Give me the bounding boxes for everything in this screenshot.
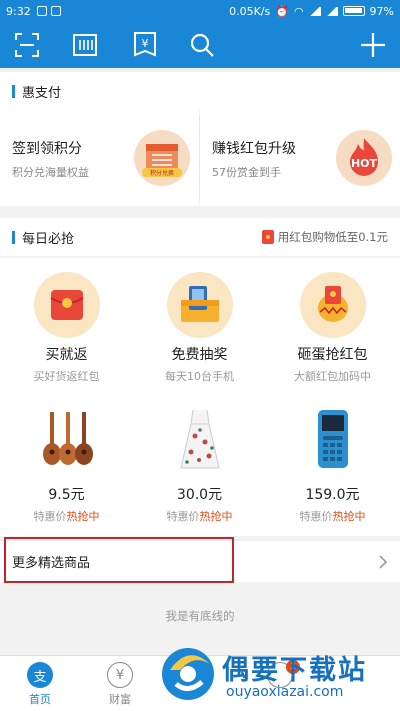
- tab-label: 财富: [109, 693, 131, 706]
- product-price: 30.0元: [176, 487, 223, 503]
- feature-lottery[interactable]: 免费抽奖 每天10台手机: [133, 272, 266, 384]
- feature-title: 砸蛋抢红包: [297, 347, 368, 363]
- product-price: 159.0元: [305, 487, 360, 503]
- promo-subtitle: 57份赏金到手: [212, 166, 281, 179]
- hui-pay-header: 惠支付: [0, 72, 400, 110]
- bill-icon[interactable]: ¥: [132, 32, 158, 58]
- product-tag: 特惠价热抢中: [0, 508, 133, 524]
- app-notification-icon: [50, 6, 61, 16]
- alipay-glyph: 支: [33, 669, 47, 685]
- feature-title: 买就返: [45, 347, 88, 363]
- watermark: 偶要下载站 ouyaoxiazai.com: [156, 640, 396, 708]
- calendar-points-icon: 积分兑换: [134, 130, 190, 186]
- tab-home[interactable]: 支 首页: [10, 662, 70, 707]
- search-icon[interactable]: [189, 32, 215, 58]
- alarm-icon: ⏰: [275, 4, 289, 18]
- promo-title: 赚钱红包升级: [212, 141, 296, 157]
- product-tag: 特惠价热抢中: [266, 508, 399, 524]
- signal-icon-2: [325, 6, 338, 16]
- plus-icon[interactable]: [360, 32, 386, 58]
- product-tag: 特惠价热抢中: [133, 508, 266, 524]
- promo-title: 签到领积分: [12, 141, 82, 157]
- section-accent: [12, 230, 15, 244]
- wifi-icon: ◠: [293, 4, 304, 18]
- tag-prefix: 特惠价: [166, 510, 200, 523]
- hot-flame-icon: HOT: [336, 130, 392, 186]
- promo-red-packet[interactable]: 赚钱红包升级 57份赏金到手 HOT: [200, 110, 400, 206]
- section-accent: [12, 84, 15, 98]
- promo-sign-in[interactable]: 签到领积分 积分兑海量权益 积分兑换: [0, 110, 199, 206]
- tag-hot: 热抢中: [66, 510, 100, 523]
- watermark-brand: 偶要下载站: [222, 655, 367, 686]
- feature-subtitle: 每天10台手机: [165, 370, 234, 383]
- product-ukulele[interactable]: 9.5元 特惠价热抢中: [0, 408, 133, 524]
- bottom-line-text: 我是有底线的: [165, 609, 235, 623]
- daily-title: 每日必抢: [22, 231, 75, 247]
- points-badge: 积分兑换: [150, 169, 174, 177]
- tag-prefix: 特惠价: [33, 510, 67, 523]
- tag-hot: 热抢中: [332, 510, 366, 523]
- highlight-box: [4, 537, 234, 583]
- hot-badge: HOT: [351, 157, 378, 170]
- golden-egg-icon: [299, 272, 366, 338]
- product-phone[interactable]: 159.0元 特惠价热抢中: [266, 408, 399, 524]
- feature-title: 免费抽奖: [171, 347, 228, 363]
- feature-smash-egg[interactable]: 砸蛋抢红包 大额红包加码中: [266, 272, 399, 384]
- phone-image: [298, 408, 368, 470]
- tab-wealth[interactable]: ¥ 财富: [90, 662, 150, 707]
- scan-icon[interactable]: [14, 32, 40, 58]
- hui-pay-title: 惠支付: [22, 85, 62, 101]
- product-dress[interactable]: 30.0元 特惠价热抢中: [133, 408, 266, 524]
- yuan-glyph: ¥: [115, 667, 125, 683]
- status-bar: 9:32 0.05K/s ⏰ ◠ 97%: [0, 0, 400, 22]
- dress-image: [165, 408, 235, 470]
- daily-header: 每日必抢 用红包购物低至0.1元: [0, 218, 400, 256]
- bill-glyph: ¥: [142, 37, 149, 50]
- watermark-logo: [156, 640, 220, 704]
- notification-icon: [36, 6, 47, 16]
- product-price: 9.5元: [48, 487, 85, 503]
- tag-hot: 热抢中: [199, 510, 233, 523]
- ukulele-image: [32, 408, 102, 470]
- tag-prefix: 特惠价: [299, 510, 333, 523]
- battery-icon: [342, 6, 365, 16]
- top-bar: ¥: [0, 22, 400, 68]
- gift-box-icon: [166, 272, 233, 338]
- network-speed: 0.05K/s: [229, 4, 271, 18]
- chevron-right-icon: [378, 555, 388, 573]
- barcode-icon[interactable]: [72, 32, 98, 58]
- tab-label: 首页: [29, 693, 51, 706]
- feature-subtitle: 买好货返红包: [33, 370, 100, 383]
- red-envelope-icon: [33, 272, 100, 338]
- yuan-icon: ¥: [107, 662, 133, 688]
- alipay-icon: 支: [27, 662, 53, 688]
- daily-grid: 买就返 买好货返红包 免费抽奖 每天10台手机 砸蛋抢红包 大额红包加码中 9.…: [0, 258, 400, 536]
- signal-icon: [308, 6, 321, 16]
- promo-subtitle: 积分兑海量权益: [12, 166, 89, 179]
- daily-note[interactable]: 用红包购物低至0.1元: [261, 229, 388, 245]
- feature-cashback[interactable]: 买就返 买好货返红包: [0, 272, 133, 384]
- battery-level: 97%: [369, 4, 394, 18]
- feature-subtitle: 大额红包加码中: [294, 370, 371, 383]
- red-packet-icon: [261, 230, 274, 244]
- status-time: 9:32: [6, 4, 31, 18]
- watermark-url: ouyaoxiazai.com: [226, 684, 344, 700]
- daily-note-text: 用红包购物低至0.1元: [277, 230, 388, 244]
